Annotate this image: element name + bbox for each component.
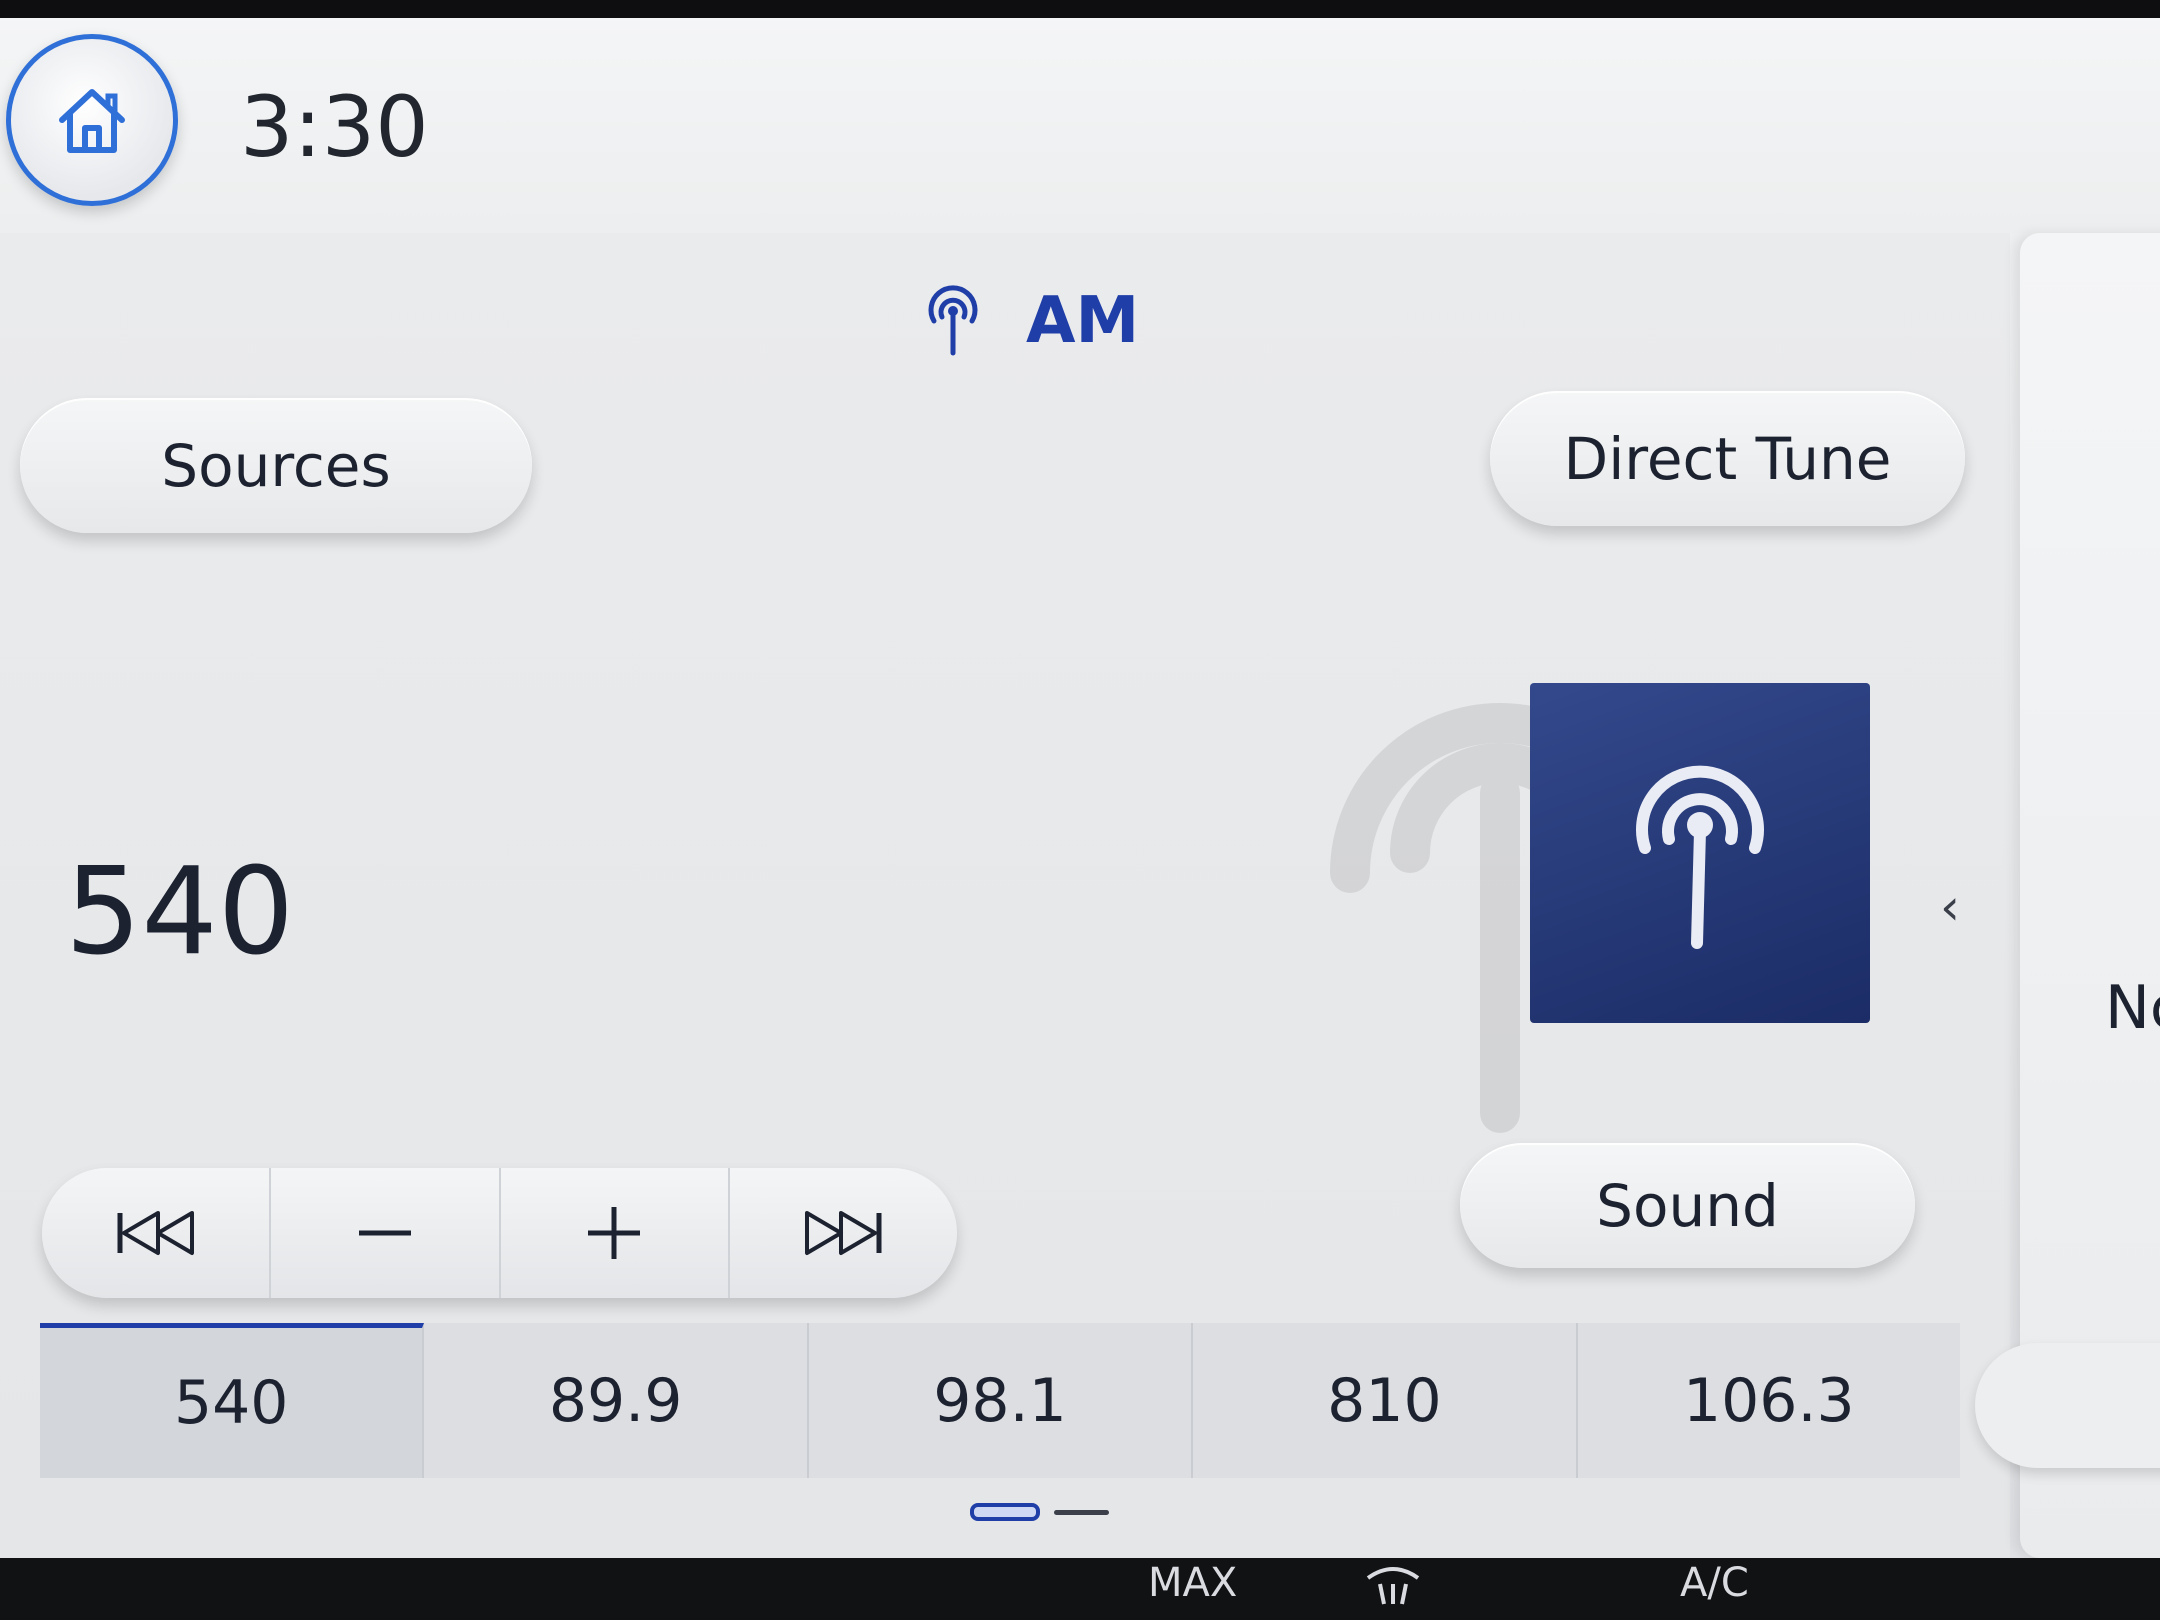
tune-up-button[interactable]: [501, 1168, 730, 1298]
preset-bar: 540 89.9 98.1 810 106.3: [40, 1323, 1960, 1478]
max-defrost-label[interactable]: MAX: [1148, 1560, 1237, 1606]
page-indicator-active: [970, 1503, 1040, 1521]
status-bar: 3:30: [0, 18, 2160, 233]
defrost-icon: [1366, 1567, 1420, 1605]
home-icon: [59, 89, 125, 153]
radio-antenna-icon: [928, 285, 978, 356]
side-panel-text: Nc: [2105, 973, 2160, 1043]
station-artwork: [1530, 683, 1870, 1023]
ac-label[interactable]: A/C: [1680, 1560, 1749, 1606]
sound-button[interactable]: Sound: [1460, 1143, 1915, 1268]
current-frequency: 540: [65, 843, 295, 982]
page-indicator: [1054, 1509, 1109, 1515]
side-panel-button[interactable]: [1975, 1343, 2160, 1468]
preset-3[interactable]: 98.1: [809, 1323, 1194, 1478]
seek-back-button[interactable]: [42, 1168, 272, 1298]
sources-button[interactable]: Sources: [20, 398, 532, 533]
radio-antenna-icon: [1636, 765, 1764, 949]
radio-main: AM Sources Direct Tune 540 Sound 540 89.…: [0, 233, 2010, 1558]
source-title: AM: [920, 283, 1139, 359]
band-label: AM: [1026, 284, 1140, 358]
clock: 3:30: [240, 78, 429, 176]
infotainment-screen: 3:30 AM Sources Direct Tune 540 Sound 54…: [0, 18, 2160, 1558]
seek-back-icon: [117, 1211, 194, 1255]
preset-2[interactable]: 89.9: [424, 1323, 809, 1478]
climate-bar: MAX A/C: [0, 1558, 2160, 1620]
plus-icon: [588, 1207, 641, 1259]
rear-defrost-icon[interactable]: [1358, 1560, 1428, 1620]
tune-down-button[interactable]: [271, 1168, 501, 1298]
seek-forward-button[interactable]: [730, 1168, 957, 1298]
preset-1[interactable]: 540: [40, 1323, 425, 1478]
home-button[interactable]: [6, 34, 178, 206]
expand-panel-chevron-icon[interactable]: ‹: [1940, 878, 1960, 936]
tuning-controls: [42, 1168, 957, 1298]
direct-tune-button[interactable]: Direct Tune: [1490, 391, 1965, 526]
preset-5[interactable]: 106.3: [1578, 1323, 1960, 1478]
preset-4[interactable]: 810: [1193, 1323, 1578, 1478]
minus-icon: [358, 1230, 411, 1236]
seek-forward-icon: [805, 1211, 882, 1255]
preset-page-indicator[interactable]: [970, 1503, 1109, 1521]
